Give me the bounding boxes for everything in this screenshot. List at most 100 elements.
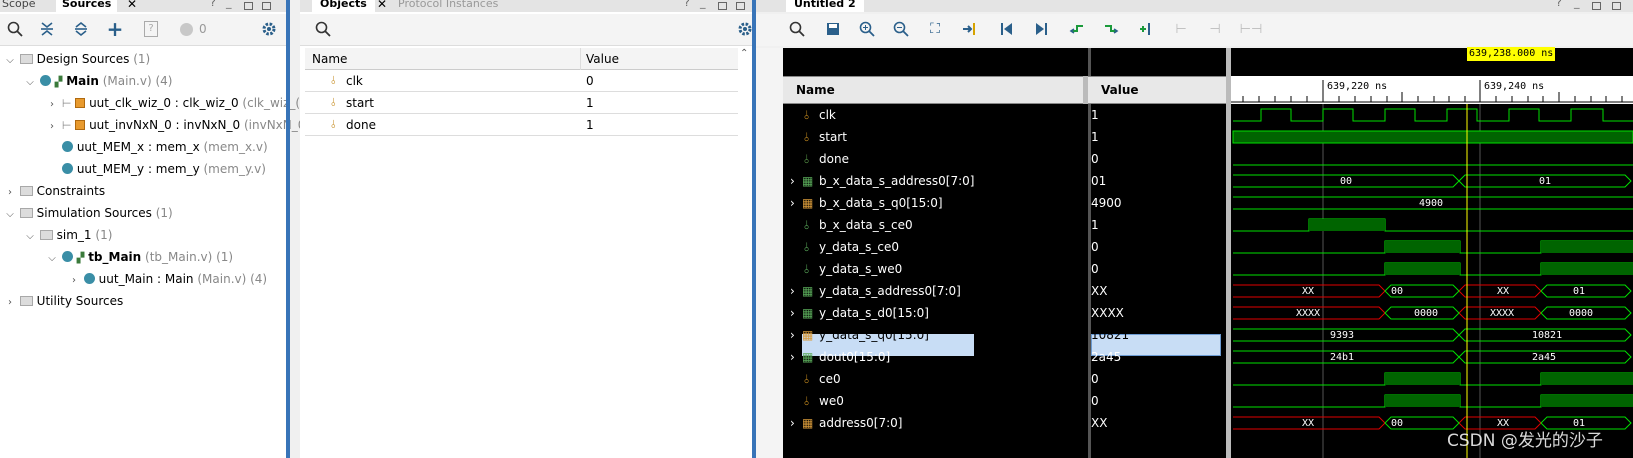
tab-sources[interactable]: Sources — [56, 0, 118, 12]
previous-transition-icon[interactable] — [1066, 18, 1088, 40]
chevron-down-icon[interactable]: ⌵ — [46, 248, 58, 270]
tab-protocol-instances[interactable]: Protocol Instances — [398, 0, 498, 12]
bit-signal-icon: ⫰ — [804, 152, 810, 166]
chevron-right-icon[interactable]: › — [790, 412, 795, 434]
tree-item-utility-sources[interactable]: › Utility Sources — [4, 290, 123, 312]
tree-label: Simulation Sources — [36, 206, 152, 220]
close-icon[interactable]: ✕ — [127, 0, 137, 11]
chevron-right-icon[interactable]: › — [4, 182, 16, 204]
wave-col-value[interactable]: Value — [1101, 83, 1139, 97]
help-icon[interactable]: ? — [1556, 0, 1562, 9]
chevron-right-icon[interactable]: › — [790, 170, 795, 192]
tree-suffix: (mem_y.v) — [203, 162, 266, 176]
chevron-right-icon[interactable]: › — [790, 346, 795, 368]
tree-item-tb-main[interactable]: ⌵ ▞ tb_Main (tb_Main.v) (1) — [46, 246, 233, 268]
expand-all-icon[interactable] — [70, 18, 92, 40]
chevron-right-icon[interactable]: › — [790, 302, 795, 324]
chevron-down-icon[interactable]: ⌵ — [24, 72, 36, 94]
tree-item-mem-x[interactable]: uut_MEM_x : mem_x (mem_x.v) — [62, 136, 268, 158]
tree-item-simulation-sources[interactable]: ⌵ Simulation Sources (1) — [4, 202, 172, 226]
chevron-right-icon[interactable]: › — [46, 94, 58, 116]
table-row[interactable]: ⫰ start 1 — [305, 92, 738, 114]
b-x-addr-wave — [1233, 174, 1632, 188]
table-row[interactable]: ⫰ clk 0 — [305, 70, 738, 92]
bus-label: 24b1 — [1330, 352, 1355, 363]
restore-icon[interactable] — [244, 2, 253, 10]
tree-item-clk-wiz[interactable]: › ⊢ uut_clk_wiz_0 : clk_wiz_0 (clk_wiz_( — [46, 92, 300, 114]
folder-icon — [39, 230, 53, 240]
tree-item-main[interactable]: ⌵ ▞ Main (Main.v) (4) — [24, 70, 172, 92]
save-icon[interactable] — [822, 18, 844, 40]
gear-icon[interactable] — [258, 18, 280, 40]
help-icon[interactable]: ? — [210, 0, 216, 9]
collapse-all-icon[interactable] — [36, 18, 58, 40]
swap-cursors-icon[interactable]: ⊢⊣ — [1240, 18, 1263, 40]
signal-value: 1 — [1091, 218, 1099, 232]
chevron-right-icon[interactable]: › — [46, 116, 58, 138]
minimize-icon[interactable]: _ — [700, 0, 706, 9]
search-icon[interactable] — [312, 18, 334, 40]
wave-col-name[interactable]: Name — [796, 83, 835, 97]
close-icon[interactable]: ✕ — [377, 0, 387, 11]
chevron-right-icon[interactable]: › — [790, 324, 795, 346]
bus-label: XX — [1302, 418, 1315, 429]
tree-item-sim-1[interactable]: ⌵ sim_1 (1) — [24, 224, 112, 246]
search-icon[interactable] — [786, 18, 808, 40]
tab-scope[interactable]: Scope — [2, 0, 36, 12]
folder-icon — [19, 296, 33, 306]
chevron-down-icon[interactable]: ⌵ — [4, 204, 16, 226]
chevron-down-icon[interactable]: ⌵ — [4, 50, 16, 72]
col-header-value[interactable]: Value — [586, 52, 619, 66]
go-to-start-icon[interactable] — [996, 18, 1018, 40]
tree-label: uut_Main : Main — [98, 272, 194, 286]
chevron-right-icon[interactable]: › — [790, 192, 795, 214]
signal-value: 0 — [1091, 372, 1099, 386]
bit-signal-icon: ⫰ — [804, 240, 810, 254]
signal-label: y_data_s_d0[15:0] — [819, 306, 929, 320]
scroll-up-icon[interactable]: ⌃ — [740, 48, 748, 59]
bit-signal-icon: ⫰ — [804, 218, 810, 232]
tree-item-uut-main[interactable]: › uut_Main : Main (Main.v) (4) — [68, 268, 267, 290]
restore-icon[interactable] — [718, 2, 727, 10]
tree-item-invnxn[interactable]: › ⊢ uut_invNxN_0 : invNxN_0 (invNxN_0 — [46, 114, 305, 136]
tab-untitled-2[interactable]: Untitled 2 — [786, 0, 864, 12]
chevron-down-icon[interactable]: ⌵ — [24, 226, 36, 248]
tree-item-mem-y[interactable]: uut_MEM_y : mem_y (mem_y.v) — [62, 158, 266, 180]
tab-objects[interactable]: Objects — [312, 0, 375, 12]
zoom-out-icon[interactable] — [890, 18, 912, 40]
bus-signal-icon: ▦ — [802, 196, 814, 210]
zoom-in-icon[interactable] — [856, 18, 878, 40]
minimize-icon[interactable]: _ — [1574, 0, 1580, 9]
search-icon[interactable] — [4, 18, 26, 40]
chevron-right-icon[interactable]: › — [790, 280, 795, 302]
zoom-fit-icon[interactable]: ⛶ — [924, 18, 946, 40]
previous-marker-icon[interactable]: ⊢ — [1170, 18, 1192, 40]
minimize-icon[interactable]: _ — [226, 0, 232, 9]
tree-item-design-sources[interactable]: ⌵ Design Sources (1) — [4, 48, 150, 70]
add-icon[interactable]: + — [104, 17, 126, 41]
signal-value: 01 — [1091, 174, 1107, 188]
bus-label: XXXX — [1296, 308, 1321, 319]
maximize-icon[interactable] — [262, 2, 271, 10]
maximize-icon[interactable] — [1612, 2, 1621, 10]
next-marker-icon[interactable]: ⊣ — [1204, 18, 1226, 40]
hierarchy-icon: ▞ — [54, 77, 63, 88]
ruler-ticks — [1231, 80, 1633, 103]
maximize-icon[interactable] — [736, 2, 745, 10]
go-to-end-icon[interactable] — [1030, 18, 1052, 40]
help-doc-icon[interactable]: ? — [140, 18, 162, 40]
tree-item-constraints[interactable]: › Constraints — [4, 180, 105, 202]
chevron-right-icon[interactable]: › — [4, 292, 16, 314]
ip-icon: ⊢ — [61, 97, 72, 110]
next-transition-icon[interactable] — [1100, 18, 1122, 40]
chevron-right-icon[interactable]: › — [68, 270, 80, 292]
bit-signal-icon: ⫰ — [804, 108, 810, 122]
panel-divider[interactable] — [286, 0, 290, 458]
help-icon[interactable]: ? — [684, 0, 690, 9]
add-marker-icon[interactable] — [1134, 18, 1156, 40]
col-header-name[interactable]: Name — [312, 52, 347, 66]
table-row[interactable]: ⫰ done 1 — [305, 114, 738, 136]
go-to-cursor-icon[interactable] — [958, 18, 980, 40]
tree-label: Constraints — [36, 184, 106, 198]
restore-icon[interactable] — [1592, 2, 1601, 10]
